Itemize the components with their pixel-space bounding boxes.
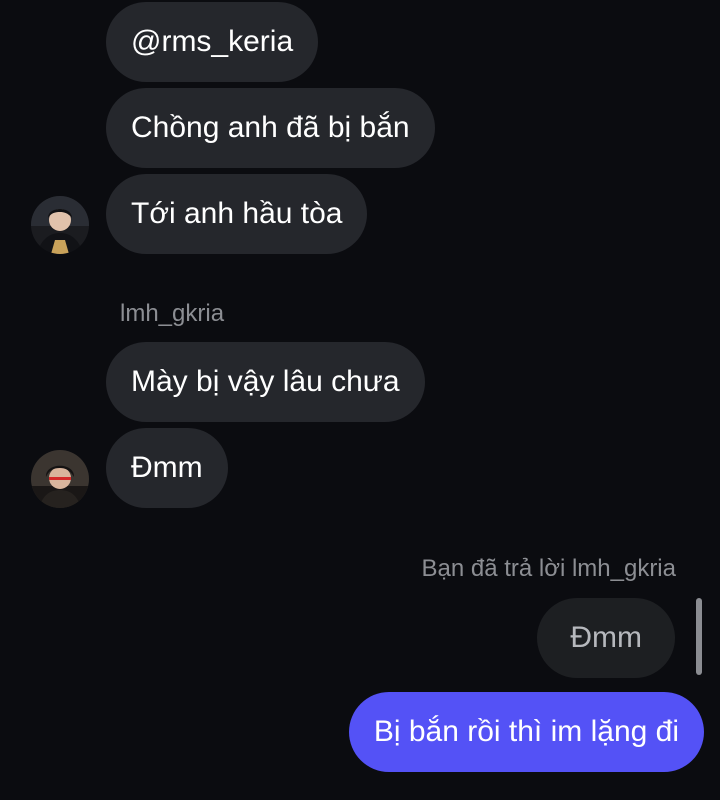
message-text: Tới anh hầu tòa [131, 197, 343, 230]
message-bubble[interactable]: Mày bị vậy lâu chưa [106, 342, 425, 422]
avatar-user-icon[interactable] [31, 196, 89, 254]
message-text: @rms_keria [131, 25, 294, 58]
quoted-message-text: Đmm [570, 621, 642, 654]
message-bubble[interactable]: Tới anh hầu tòa [106, 174, 368, 254]
avatar-user-icon[interactable] [31, 450, 89, 508]
reply-quote-bar [696, 598, 702, 675]
my-message-bubble[interactable]: Bị bắn rồi thì im lặng đi [348, 692, 704, 772]
message-bubble[interactable]: Chồng anh đã bị bắn [106, 88, 435, 168]
message-text: Chồng anh đã bị bắn [131, 111, 410, 144]
message-bubble[interactable]: Đmm [106, 428, 228, 508]
message-text: Bị bắn rồi thì im lặng đi [373, 715, 679, 748]
message-text: Mày bị vậy lâu chưa [131, 365, 400, 398]
reply-context-label: Bạn đã trả lời lmh_gkria [421, 555, 676, 582]
sender-name: lmh_gkria [120, 300, 225, 327]
message-text: Đmm [131, 451, 203, 484]
quoted-message-bubble[interactable]: Đmm [537, 598, 675, 678]
chat-thread: @rms_keria Chồng anh đã bị bắn Tới anh h… [0, 0, 720, 800]
message-bubble[interactable]: @rms_keria [106, 2, 319, 82]
